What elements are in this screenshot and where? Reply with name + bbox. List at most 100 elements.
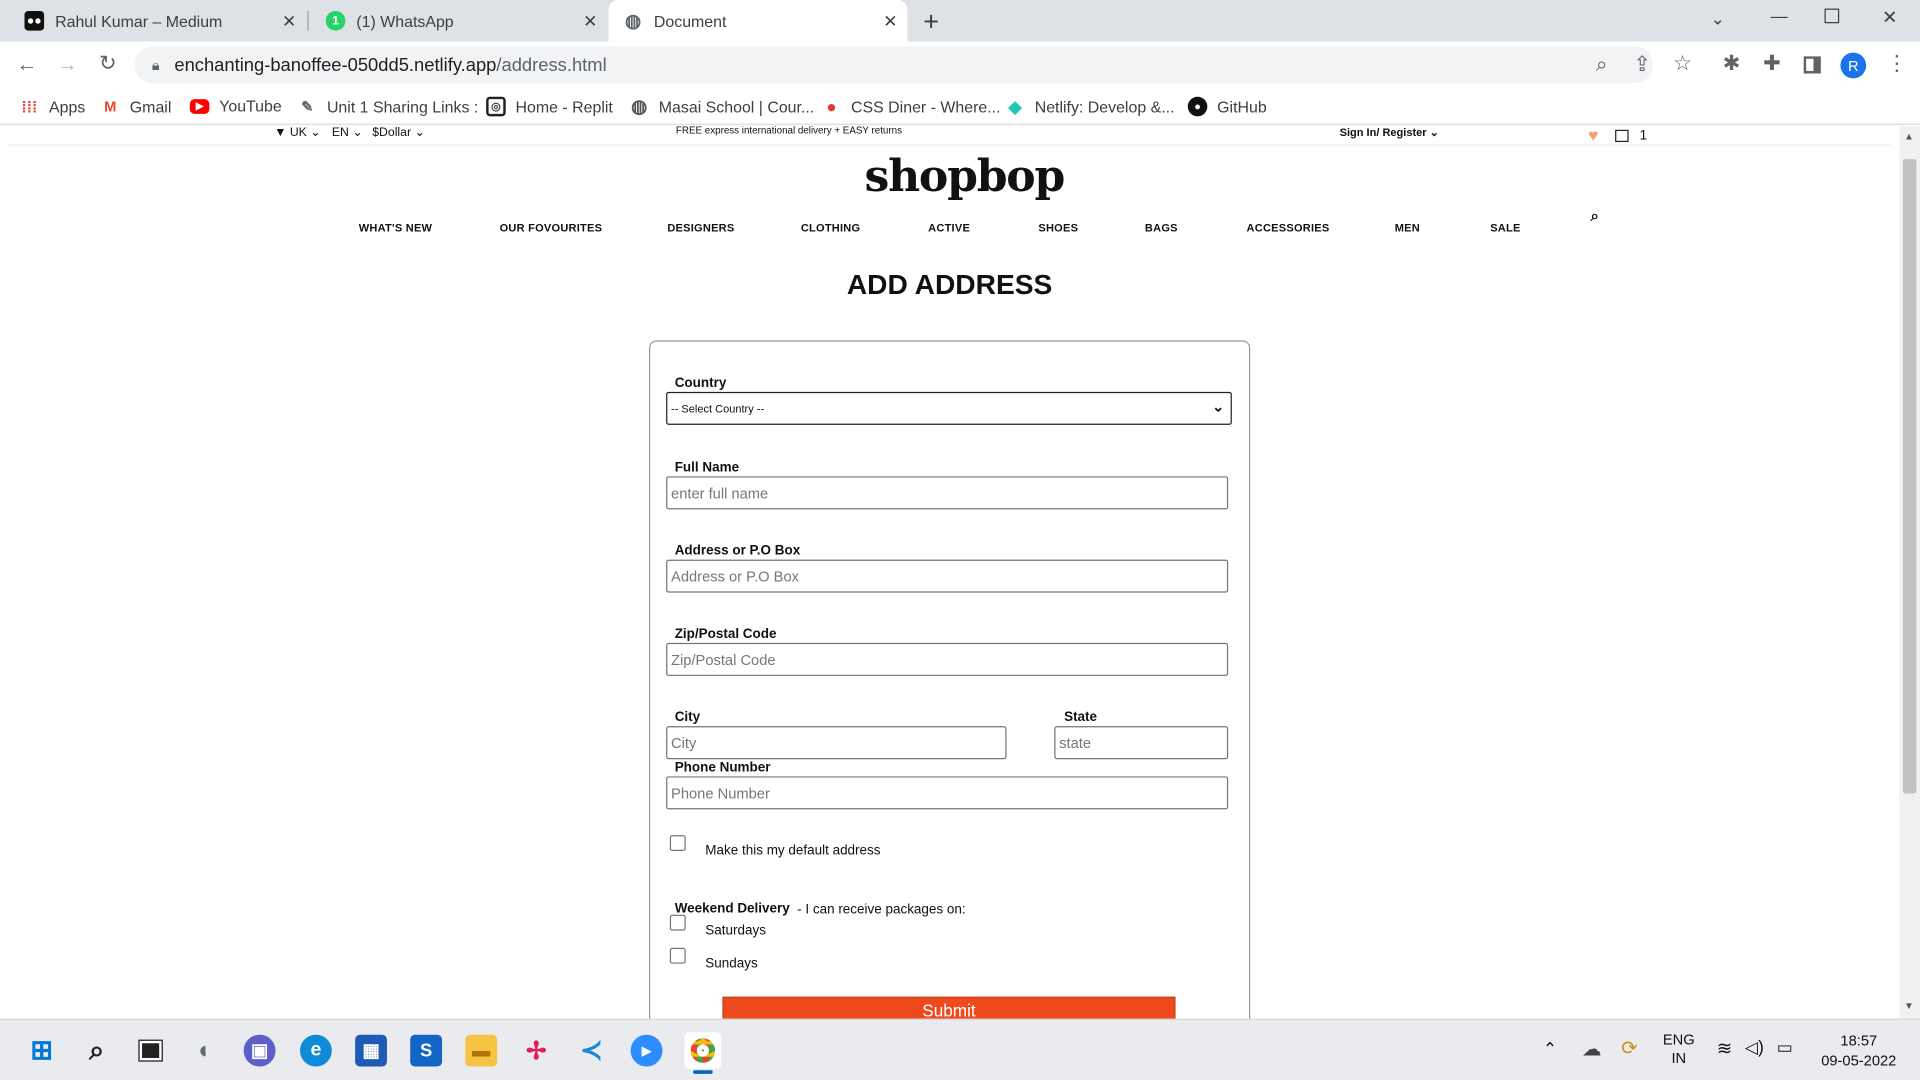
page-title: ADD ADDRESS: [846, 268, 1053, 301]
globe-icon: ◍: [631, 96, 648, 118]
bookmark-cssdiner[interactable]: ● CSS Diner - Where...: [822, 96, 1000, 117]
close-window-icon[interactable]: ✕: [1882, 6, 1897, 28]
tab-medium[interactable]: ●● Rahul Kumar – Medium ✕: [0, 0, 306, 42]
new-tab-button[interactable]: +: [923, 6, 939, 38]
windows-start-icon[interactable]: ⊞: [26, 1035, 58, 1067]
nav-whats-new[interactable]: WHAT'S NEW: [359, 222, 432, 234]
battery-icon[interactable]: ▭: [1777, 1037, 1793, 1058]
weekend-delivery-label: Weekend Delivery: [674, 901, 790, 916]
page-scrollbar[interactable]: ▲ ▼: [1899, 126, 1920, 1019]
signin-link[interactable]: Sign In/ Register ⌄: [1340, 126, 1439, 139]
bookmark-replit[interactable]: ◎ Home - Replit: [486, 96, 613, 117]
close-tab-icon[interactable]: ✕: [282, 11, 296, 32]
volume-icon[interactable]: ◁): [1745, 1037, 1764, 1058]
nav-designers[interactable]: DESIGNERS: [667, 222, 734, 234]
site-logo[interactable]: shopbop: [864, 151, 1065, 202]
nav-men[interactable]: MEN: [1395, 222, 1420, 234]
saturday-checkbox[interactable]: [669, 914, 686, 931]
onedrive-cloud-icon[interactable]: ☁: [1582, 1037, 1602, 1061]
zoom-app-icon[interactable]: ▸: [630, 1034, 663, 1067]
tab-document[interactable]: ◍ Document ✕: [608, 0, 908, 42]
currency-select[interactable]: $Dollar ⌄: [372, 126, 424, 139]
extensions-puzzle-icon[interactable]: ✚: [1760, 51, 1784, 75]
scroll-up-arrow-icon[interactable]: ▲: [1904, 131, 1914, 142]
back-icon[interactable]: ←: [15, 53, 39, 77]
tab-title: (1) WhatsApp: [356, 11, 454, 31]
weekend-delivery-note: - I can receive packages on:: [797, 902, 966, 918]
sync-icon[interactable]: ⟳: [1621, 1036, 1637, 1060]
nav-sale[interactable]: SALE: [1490, 222, 1520, 234]
slack-icon[interactable]: ✢: [520, 1035, 552, 1067]
url-host: enchanting-banoffee-050dd5.netlify.app: [174, 54, 497, 76]
profile-avatar[interactable]: R: [1840, 52, 1867, 79]
nav-shoes[interactable]: SHOES: [1038, 222, 1078, 234]
zip-input[interactable]: Zip/Postal Code: [666, 642, 1229, 676]
nav-bags[interactable]: BAGS: [1145, 222, 1178, 234]
youtube-icon: ▶: [189, 98, 210, 114]
reload-icon[interactable]: ↻: [96, 51, 120, 75]
chevron-down-icon: ⌄: [1212, 397, 1225, 416]
submit-button[interactable]: Submit: [722, 996, 1176, 1019]
address-bar[interactable]: 🔒︎ enchanting-banoffee-050dd5.netlify.ap…: [134, 46, 1654, 84]
address-input[interactable]: Address or P.O Box: [666, 559, 1229, 593]
share-icon[interactable]: ⇪: [1630, 53, 1654, 77]
edge-icon[interactable]: e: [300, 1034, 332, 1067]
bookmark-masai[interactable]: ◍ Masai School | Cour...: [629, 96, 814, 118]
search-icon[interactable]: ⌕: [81, 1035, 113, 1067]
tab-search-icon[interactable]: ⌄: [1711, 9, 1725, 30]
nav-our-favourites[interactable]: OUR FOVOURITES: [500, 222, 603, 234]
chrome-taskbar-icon[interactable]: [684, 1032, 722, 1069]
side-panel-icon[interactable]: [1803, 56, 1821, 74]
task-view-icon[interactable]: [135, 1035, 167, 1067]
teams-chat-icon[interactable]: ▣: [243, 1034, 276, 1067]
bookmark-youtube[interactable]: ▶ YouTube: [189, 97, 282, 115]
nav-active[interactable]: ACTIVE: [928, 222, 970, 234]
close-tab-icon[interactable]: ✕: [583, 11, 597, 32]
heart-icon[interactable]: ♥: [1588, 126, 1598, 144]
language-select[interactable]: EN ⌄: [332, 126, 363, 139]
sunday-checkbox[interactable]: [669, 947, 686, 964]
widgets-icon[interactable]: ◐: [190, 1035, 222, 1067]
cart-bag-icon[interactable]: [1615, 129, 1629, 143]
close-tab-icon[interactable]: ✕: [883, 11, 897, 32]
fullname-input[interactable]: enter full name: [666, 476, 1229, 510]
css-diner-icon: ●: [826, 96, 837, 117]
fullname-label: Full Name: [674, 460, 740, 476]
app-s-icon[interactable]: S: [410, 1034, 443, 1067]
minimize-icon[interactable]: —: [1771, 6, 1788, 26]
city-input[interactable]: City: [666, 726, 1007, 760]
forward-icon[interactable]: →: [55, 53, 79, 77]
file-explorer-icon[interactable]: ▬: [465, 1034, 498, 1067]
default-address-checkbox[interactable]: [669, 835, 686, 852]
menu-kebab-icon[interactable]: ⋮: [1885, 51, 1909, 75]
search-icon[interactable]: ⌕: [1591, 207, 1599, 225]
scroll-down-arrow-icon[interactable]: ▼: [1904, 1000, 1914, 1011]
zoom-icon[interactable]: ⌕: [1589, 53, 1613, 77]
vscode-icon[interactable]: ≺: [576, 1035, 608, 1067]
clock[interactable]: 18:57 09-05-2022: [1815, 1031, 1903, 1070]
tab-title: Rahul Kumar – Medium: [55, 11, 223, 31]
wifi-icon[interactable]: ≋: [1717, 1037, 1732, 1059]
scrollbar-thumb[interactable]: [1902, 159, 1917, 794]
bookmark-star-icon[interactable]: ☆: [1670, 51, 1694, 75]
bookmark-netlify[interactable]: ◆ Netlify: Develop &...: [1005, 96, 1175, 117]
bookmark-unit1[interactable]: ✎ Unit 1 Sharing Links :: [298, 97, 478, 117]
nav-clothing[interactable]: CLOTHING: [801, 222, 861, 234]
bookmark-gmail[interactable]: M Gmail: [100, 97, 171, 117]
store-icon[interactable]: ▦: [355, 1034, 387, 1067]
nav-accessories[interactable]: ACCESSORIES: [1247, 222, 1330, 234]
country-select[interactable]: -- Select Country -- ⌄: [666, 391, 1232, 425]
maximize-icon[interactable]: [1824, 8, 1840, 24]
globe-icon: ◍: [625, 11, 642, 32]
state-input[interactable]: state: [1054, 726, 1229, 760]
bookmark-github[interactable]: ● GitHub: [1187, 96, 1267, 117]
country-label: Country: [674, 375, 727, 391]
extension-bug-icon[interactable]: ✱: [1719, 51, 1743, 75]
tray-overflow-icon[interactable]: ⌃: [1543, 1038, 1557, 1059]
browser-tab-strip: ●● Rahul Kumar – Medium ✕ 1 (1) WhatsApp…: [0, 0, 1920, 42]
region-select[interactable]: ▼ UK ⌄: [274, 126, 320, 139]
tab-whatsapp[interactable]: 1 (1) WhatsApp ✕: [309, 0, 608, 42]
bookmark-apps[interactable]: ⁞⁞⁞ Apps: [20, 97, 85, 117]
language-indicator[interactable]: ENG IN: [1663, 1031, 1695, 1068]
phone-input[interactable]: Phone Number: [666, 776, 1229, 810]
